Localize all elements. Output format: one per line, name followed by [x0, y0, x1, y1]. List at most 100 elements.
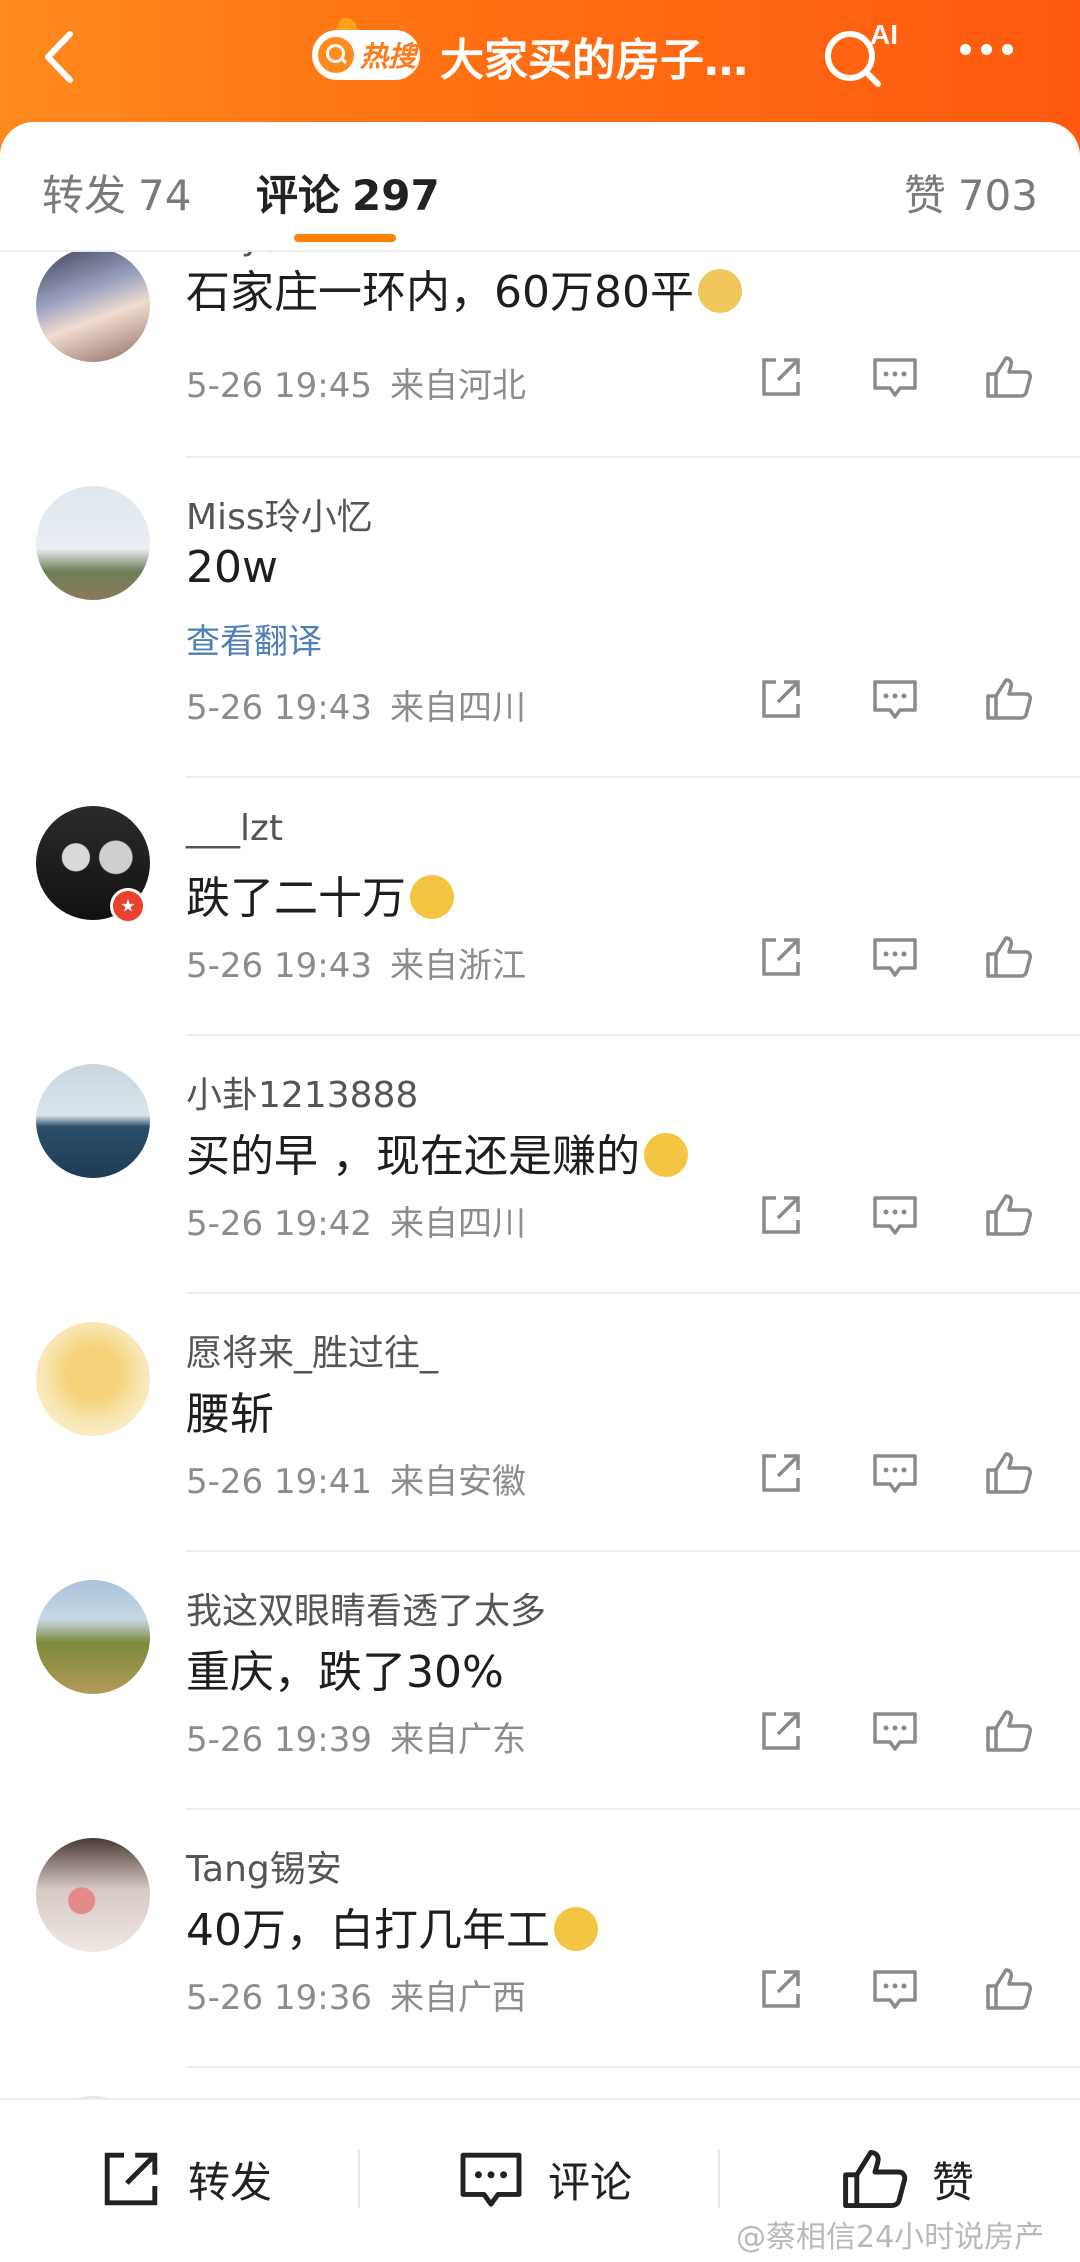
thumbs-up-icon: [986, 678, 1032, 720]
comment-meta: 5-26 19:41 来自安徽: [186, 1454, 526, 1503]
share-icon: [762, 1196, 800, 1234]
reply-button[interactable]: [870, 1964, 920, 2014]
ai-search-button[interactable]: AI: [820, 18, 898, 88]
share-icon: [762, 680, 800, 718]
search-icon: [318, 37, 354, 73]
active-tab-indicator: [294, 234, 396, 242]
comment-username[interactable]: Tang锡安: [186, 1840, 342, 1892]
chevron-left-icon: [45, 31, 73, 83]
thumbs-up-icon: [986, 1452, 1032, 1494]
comment-content: 重庆，跌了30%: [186, 1647, 504, 1698]
comment-location: 来自四川: [389, 1204, 526, 1244]
comment-time: 5-26 19:42: [186, 1204, 372, 1244]
translate-link[interactable]: 查看翻译: [186, 614, 322, 663]
reply-button[interactable]: [870, 1190, 920, 1240]
comment-location: 来自安徽: [389, 1462, 526, 1502]
reply-button[interactable]: [870, 1706, 920, 1756]
divider: [358, 2150, 360, 2208]
tab-reposts[interactable]: 转发 74: [42, 162, 191, 223]
like-post-button[interactable]: 赞: [840, 2144, 974, 2214]
comment-content: 买的早 ，现在还是赚的: [186, 1131, 640, 1182]
tab-label: 转发: [42, 171, 127, 220]
repost-button[interactable]: 转发: [96, 2144, 272, 2214]
comment-icon: [873, 358, 917, 397]
tab-likes[interactable]: 赞 703: [904, 162, 1038, 223]
comment-time: 5-26 19:45: [186, 366, 372, 406]
share-icon: [762, 358, 800, 396]
comment-location: 来自河北: [389, 366, 526, 406]
comment-icon: [873, 680, 917, 719]
like-button[interactable]: [984, 1706, 1034, 1756]
comment-item: Tang锡安 40万，白打几年工 5-26 19:36 来自广西: [0, 1810, 1080, 2068]
reply-button[interactable]: [870, 1448, 920, 1498]
like-button[interactable]: [984, 674, 1034, 724]
thumbs-up-icon: [986, 1710, 1032, 1752]
comment-time: 5-26 19:41: [186, 1462, 372, 1502]
tab-label: 赞: [903, 171, 946, 220]
thumbs-up-icon: [843, 2149, 908, 2209]
avatar[interactable]: [36, 1322, 150, 1436]
share-button[interactable]: [756, 1706, 806, 1756]
comment-icon: [873, 1196, 917, 1235]
watermark: @蔡相信24小时说房产: [736, 2220, 1045, 2255]
comment-meta: 5-26 19:45 来自河北: [186, 358, 526, 407]
reply-button[interactable]: [870, 932, 920, 982]
comment-username[interactable]: 愿将来_胜过往_: [186, 1324, 438, 1376]
laugh-cry-emoji-icon: [644, 1133, 688, 1177]
comment-username[interactable]: 小卦1213888: [186, 1066, 418, 1118]
like-label: 赞: [932, 2157, 975, 2207]
share-button[interactable]: [756, 352, 806, 402]
share-button[interactable]: [756, 1964, 806, 2014]
comment-meta: 5-26 19:43 来自四川: [186, 680, 526, 729]
tab-count: 703: [957, 171, 1038, 220]
like-button[interactable]: [984, 932, 1034, 982]
share-button[interactable]: [756, 1190, 806, 1240]
avatar[interactable]: [36, 486, 150, 600]
reply-button[interactable]: [870, 674, 920, 724]
dot-icon: [1002, 44, 1013, 55]
share-button[interactable]: [756, 674, 806, 724]
like-button[interactable]: [984, 1190, 1034, 1240]
comment-text: 跌了二十万: [186, 862, 454, 926]
reply-button[interactable]: [870, 352, 920, 402]
comment-button[interactable]: 评论: [456, 2144, 1080, 2214]
hot-search-badge[interactable]: 热搜: [312, 30, 420, 80]
comment-time: 5-26 19:39: [186, 1720, 372, 1760]
comment-text: 买的早 ，现在还是赚的: [186, 1120, 688, 1184]
comment-location: 来自广东: [389, 1720, 526, 1760]
avatar[interactable]: [36, 1580, 150, 1694]
comment-text: 40万，白打几年工: [186, 1894, 598, 1958]
more-options-button[interactable]: [960, 40, 1030, 70]
page-title: 大家买的房子…: [440, 35, 748, 86]
comment-icon: [460, 2152, 522, 2207]
share-button[interactable]: [756, 932, 806, 982]
like-button[interactable]: [984, 1964, 1034, 2014]
tab-count: 297: [352, 171, 440, 220]
comment-item: 我这双眼睛看透了太多 重庆，跌了30% 5-26 19:39 来自广东: [0, 1552, 1080, 1810]
thumbs-up-icon: [986, 1968, 1032, 2010]
comment-icon: [873, 1712, 917, 1751]
sad-emoji-icon: [410, 875, 454, 919]
avatar[interactable]: [36, 1838, 150, 1952]
comment-username[interactable]: Miss玲小忆: [186, 488, 373, 540]
back-button[interactable]: [30, 22, 90, 92]
crying-emoji-icon: [554, 1907, 598, 1951]
tab-comments[interactable]: 评论 297: [256, 162, 440, 223]
comment-time: 5-26 19:43: [186, 688, 372, 728]
share-button[interactable]: [756, 1448, 806, 1498]
comment-list[interactable]: lady肖莲 石家庄一环内，60万80平 5-26 19:45来自河北 Miss…: [0, 252, 1080, 2098]
like-button[interactable]: [984, 352, 1034, 402]
verified-badge-icon: [110, 888, 146, 924]
comment-username[interactable]: 我这双眼睛看透了太多: [186, 1582, 546, 1634]
avatar[interactable]: [36, 1064, 150, 1178]
like-button[interactable]: [984, 1448, 1034, 1498]
comment-content: 腰斩: [186, 1389, 274, 1440]
comment-location: 来自浙江: [389, 946, 526, 986]
divider: [718, 2150, 720, 2208]
tab-count: 74: [138, 171, 192, 220]
comment-icon: [873, 1970, 917, 2009]
comment-username[interactable]: ___lzt: [186, 808, 283, 849]
comment-meta: 5-26 19:36 来自广西: [186, 1970, 526, 2019]
dot-icon: [981, 44, 992, 55]
avatar[interactable]: [36, 252, 150, 362]
